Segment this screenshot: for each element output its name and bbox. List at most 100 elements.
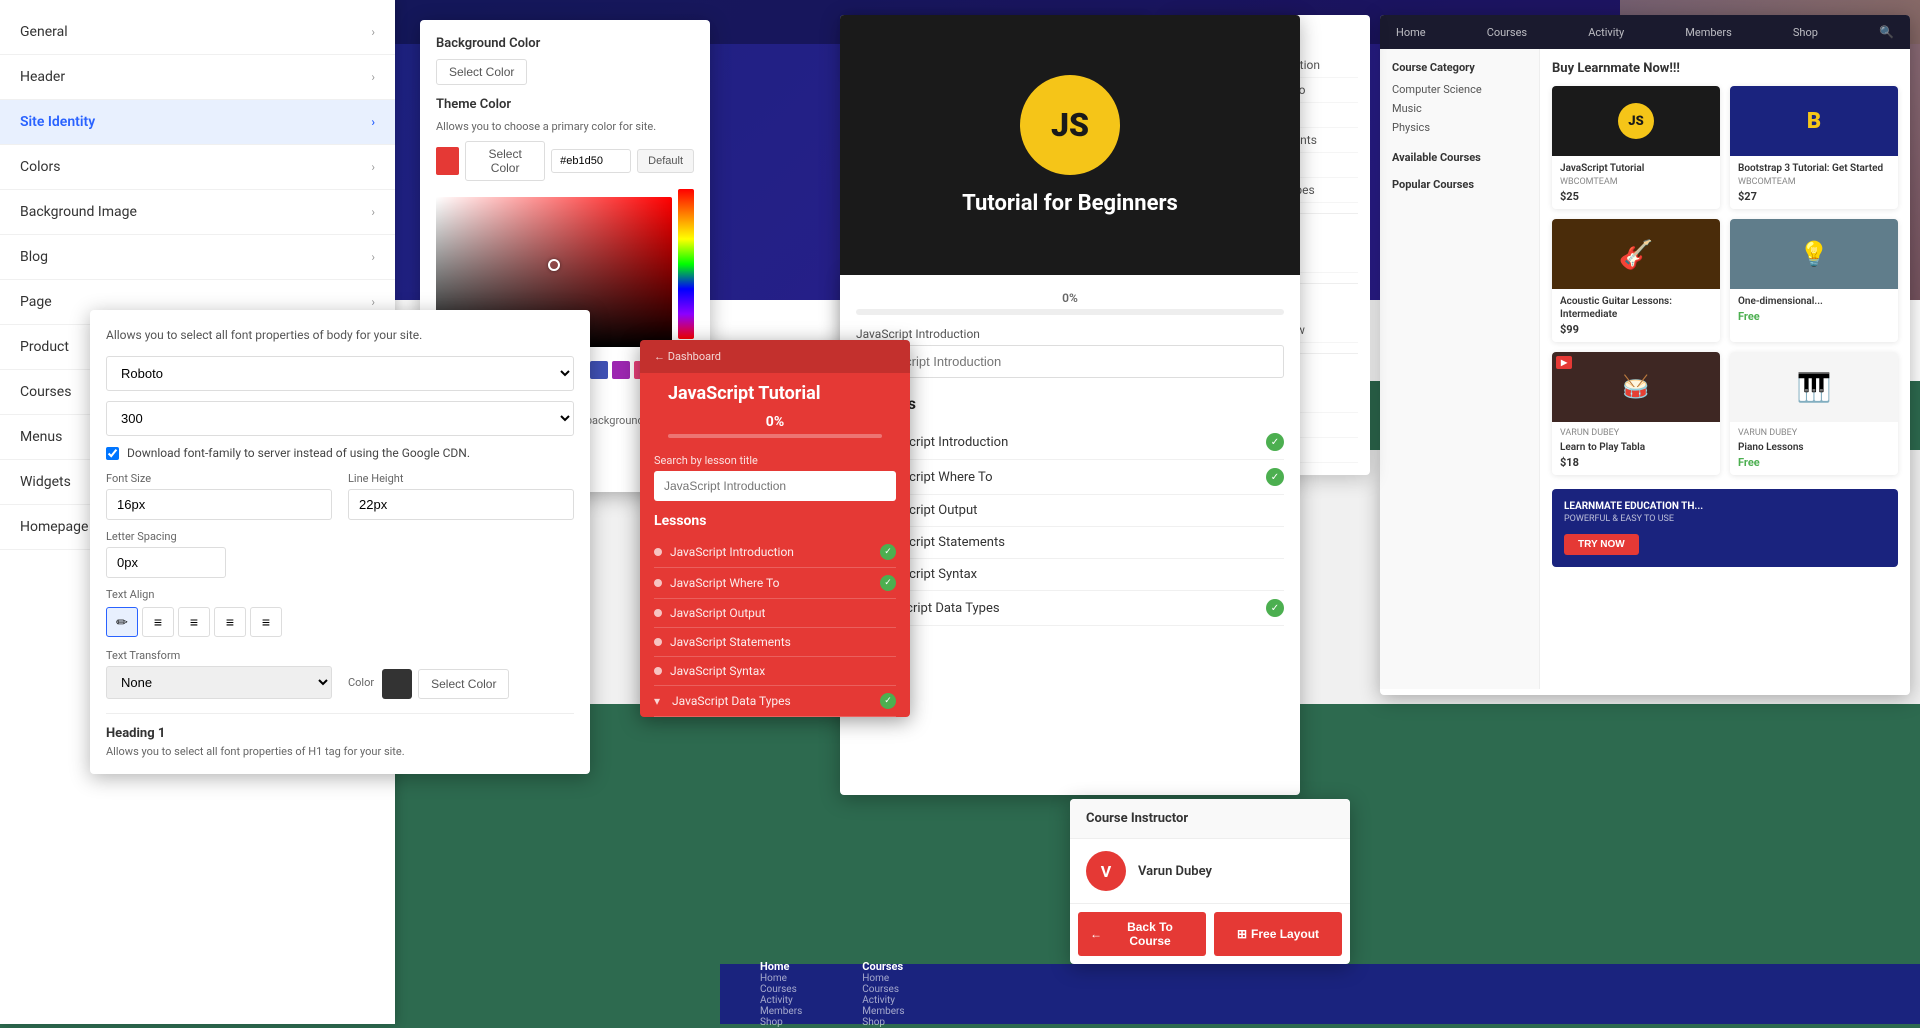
line-height-input[interactable] — [348, 489, 574, 520]
listing-card-one-dim-price: Free — [1738, 310, 1890, 323]
listing-card-bootstrap-thumb: B — [1730, 86, 1898, 156]
listing-nav-activity[interactable]: Activity — [1588, 26, 1624, 39]
download-font-checkbox[interactable] — [106, 447, 119, 460]
instructor-title: Course Instructor — [1086, 811, 1334, 826]
color-spectrum-strip[interactable] — [678, 189, 694, 339]
align-left-button[interactable]: ✏ — [106, 607, 138, 637]
free-layout-button[interactable]: ⊞ Free Layout — [1214, 912, 1342, 956]
listing-content: Buy Learnmate Now!!! JS JavaScript Tutor… — [1540, 49, 1910, 689]
sidebar-item-header[interactable]: Header › — [0, 55, 395, 100]
line-height-group: Line Height — [348, 472, 574, 520]
line-height-label: Line Height — [348, 472, 574, 485]
listing-sidebar-popular-courses: Popular Courses — [1392, 178, 1527, 191]
chevron-right-icon: › — [371, 295, 375, 309]
footer-home-item3: Activity — [760, 995, 802, 1006]
tabla-play-badge: ▶ — [1556, 356, 1572, 369]
color-dark-swatch[interactable] — [382, 669, 412, 699]
footer-courses-item5: Shop — [862, 1017, 904, 1028]
search-lesson-input[interactable] — [856, 345, 1284, 378]
color-swatch-row: Select Color — [382, 669, 509, 699]
font-color-select-button[interactable]: Select Color — [418, 669, 509, 699]
dashboard-lessons-title: Lessons — [654, 513, 896, 529]
sidebar-item-colors-label: Colors — [20, 159, 60, 175]
theme-color-swatch[interactable] — [436, 147, 459, 175]
listing-nav-home[interactable]: Home — [1396, 26, 1426, 39]
hex-color-input[interactable] — [551, 149, 631, 173]
sidebar-item-background-image[interactable]: Background Image › — [0, 190, 395, 235]
listing-sidebar-item-physics[interactable]: Physics — [1392, 118, 1527, 137]
align-center-button[interactable]: ≡ — [142, 607, 174, 637]
listing-sidebar-item-cs[interactable]: Computer Science — [1392, 80, 1527, 99]
preset-indigo[interactable] — [590, 361, 608, 379]
text-transform-select[interactable]: None Uppercase Lowercase Capitalize — [106, 666, 332, 699]
dashboard-progress-bar — [668, 434, 882, 438]
try-now-button[interactable]: TRY NOW — [1564, 534, 1639, 555]
font-size-label: Font Size — [106, 472, 332, 485]
lesson-item-6: ▾ JavaScript Data Types ✓ — [856, 591, 1284, 626]
footer-home-item5: Shop — [760, 1017, 802, 1028]
instructor-panel: Course Instructor V Varun Dubey ← Back T… — [1070, 799, 1350, 964]
bootstrap-thumb-text: B — [1807, 109, 1821, 134]
font-size-input[interactable] — [106, 489, 332, 520]
font-weight-select[interactable]: 300 400 700 — [106, 401, 574, 436]
back-to-course-button[interactable]: ← Back To Course — [1078, 912, 1206, 956]
theme-color-controls: Select Color Default — [436, 141, 694, 181]
sidebar-item-product-label: Product — [20, 339, 69, 355]
listing-nav-members[interactable]: Members — [1685, 26, 1732, 39]
dashboard-header: ← Dashboard — [640, 340, 910, 373]
dash-lesson-label-5: JavaScript Syntax — [670, 664, 765, 678]
js-hero-badge: JS — [1020, 75, 1120, 175]
font-family-select[interactable]: Roboto Open Sans Lato — [106, 356, 574, 391]
dash-lesson-label-3: JavaScript Output — [670, 606, 765, 620]
instructor-footer: ← Back To Course ⊞ Free Layout — [1070, 903, 1350, 964]
right-listing-panel: Home Courses Activity Members Shop 🔍 Cou… — [1380, 15, 1910, 695]
letter-spacing-input[interactable] — [106, 547, 226, 578]
dashboard-search-label: Search by lesson title — [654, 454, 896, 467]
sidebar-item-general[interactable]: General › — [0, 10, 395, 55]
sidebar-item-blog-label: Blog — [20, 249, 48, 265]
lesson-item-2: JavaScript Where To ✓ — [856, 460, 1284, 495]
listing-nav-search-icon[interactable]: 🔍 — [1879, 25, 1894, 39]
sidebar-item-blog[interactable]: Blog › — [0, 235, 395, 280]
chevron-right-icon: › — [371, 205, 375, 219]
lesson-item-1: JavaScript Introduction ✓ — [856, 425, 1284, 460]
align-justify-button-1[interactable]: ≡ — [214, 607, 246, 637]
dashboard-course-title: JavaScript Tutorial — [654, 373, 896, 410]
listing-card-piano-name: Piano Lessons — [1738, 441, 1890, 454]
align-right-button[interactable]: ≡ — [178, 607, 210, 637]
tabla-thumb-icon: 🥁 — [1622, 375, 1649, 400]
chevron-right-icon: › — [371, 25, 375, 39]
dash-expand-icon[interactable]: ▾ — [654, 694, 660, 708]
one-dim-thumb-icon: 💡 — [1799, 240, 1829, 268]
listing-sidebar-course-category: Course Category Computer Science Music P… — [1392, 61, 1527, 137]
text-align-group: Text Align ✏ ≡ ≡ ≡ ≡ — [106, 588, 574, 637]
preset-purple[interactable] — [612, 361, 630, 379]
background-select-color-button[interactable]: Select Color — [436, 59, 527, 85]
default-color-button[interactable]: Default — [637, 149, 694, 173]
listing-nav-courses[interactable]: Courses — [1487, 26, 1527, 39]
align-justify-button-2[interactable]: ≡ — [250, 607, 282, 637]
text-transform-color-row: Text Transform None Uppercase Lowercase … — [106, 649, 574, 699]
learnmate-subtitle: POWERFUL & EASY TO USE — [1564, 514, 1886, 524]
listing-sidebar-item-music[interactable]: Music — [1392, 99, 1527, 118]
dashboard-progress-section: 0% — [654, 410, 896, 454]
dash-lesson-dot-5 — [654, 667, 662, 675]
instructor-name: Varun Dubey — [1138, 864, 1212, 879]
listing-card-bootstrap-info: Bootstrap 3 Tutorial: Get Started WBCOMT… — [1730, 156, 1898, 209]
sidebar-item-colors[interactable]: Colors › — [0, 145, 395, 190]
listing-nav-shop[interactable]: Shop — [1793, 26, 1818, 39]
heading1-section: Heading 1 Allows you to select all font … — [106, 713, 574, 758]
footer-home-item4: Members — [760, 1006, 802, 1017]
letter-spacing-label: Letter Spacing — [106, 530, 574, 543]
sidebar-item-site-identity[interactable]: Site Identity › — [0, 100, 395, 145]
dashboard-back-label[interactable]: ← Dashboard — [654, 350, 896, 363]
sidebar-item-general-label: General — [20, 24, 68, 40]
sidebar-item-background-image-label: Background Image — [20, 204, 137, 220]
dash-lesson-label-4: JavaScript Statements — [670, 635, 791, 649]
theme-select-color-button[interactable]: Select Color — [465, 141, 545, 181]
lesson-check-6: ✓ — [1266, 599, 1284, 617]
color-label: Color — [348, 676, 374, 689]
dash-lesson-label-2: JavaScript Where To — [670, 576, 779, 590]
progress-label: 0% — [856, 291, 1284, 305]
dashboard-search-input[interactable] — [654, 471, 896, 501]
